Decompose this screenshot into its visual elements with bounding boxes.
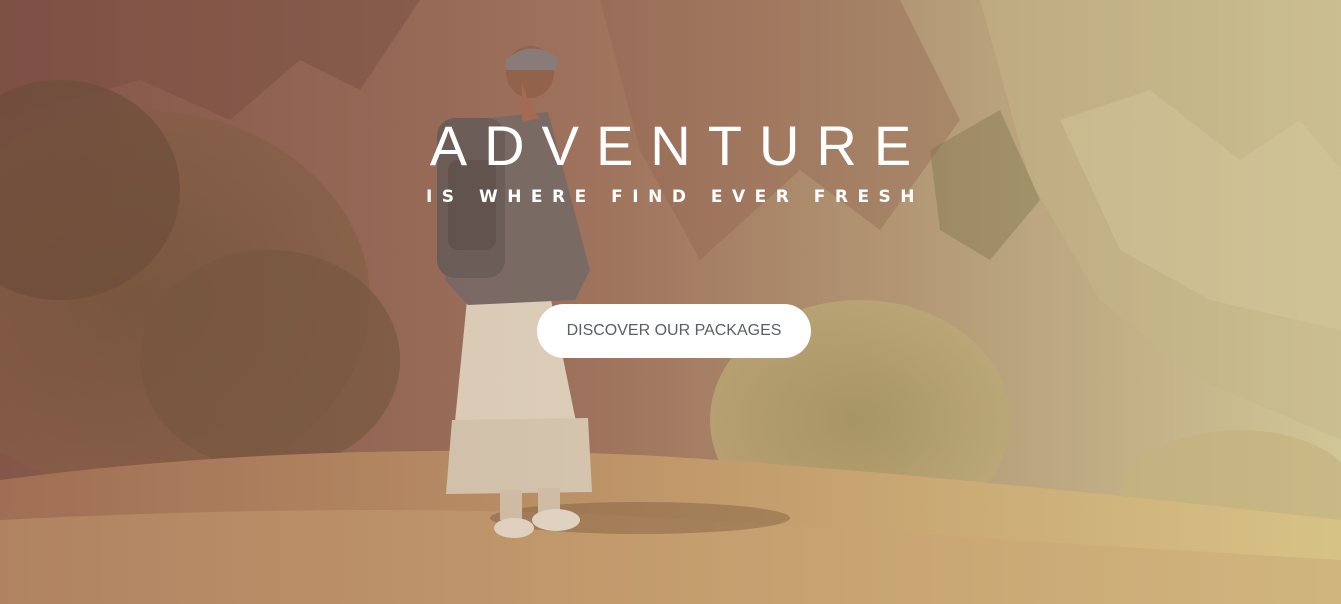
hero-title: ADVENTURE (429, 114, 929, 177)
discover-packages-button[interactable]: DISCOVER OUR PACKAGES (537, 304, 811, 358)
hero-content: ADVENTURE IS WHERE FIND EVER FRESH DISCO… (0, 0, 1341, 604)
hero-subtitle: IS WHERE FIND EVER FRESH (425, 187, 925, 207)
hero-section: ADVENTURE IS WHERE FIND EVER FRESH DISCO… (0, 0, 1341, 604)
